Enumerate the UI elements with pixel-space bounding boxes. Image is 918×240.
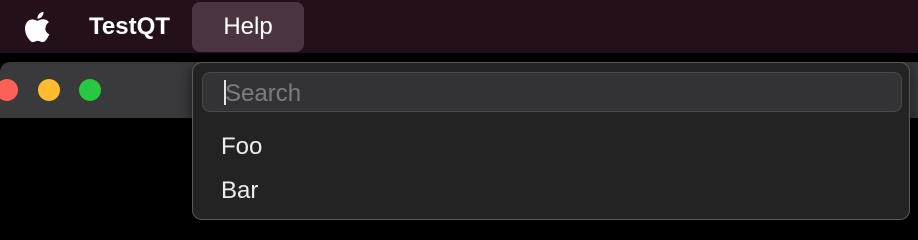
app-menu-title[interactable]: TestQT [89,13,170,41]
help-menu-dropdown: Search Foo Bar [192,62,910,220]
help-search-input[interactable]: Search [202,72,902,112]
menu-item-label: Foo [221,133,263,160]
maximize-window-button[interactable] [79,79,101,101]
menu-item-label: Bar [221,177,259,204]
minimize-window-button[interactable] [38,79,60,101]
search-placeholder: Search [225,80,302,107]
menu-item-bar[interactable]: Bar [193,171,909,211]
menu-item-foo[interactable]: Foo [193,127,909,167]
help-menu-button[interactable]: Help [192,2,304,52]
help-menu-label: Help [223,13,273,40]
apple-logo-icon[interactable] [21,10,51,44]
menu-bar: TestQT Help [0,0,918,53]
